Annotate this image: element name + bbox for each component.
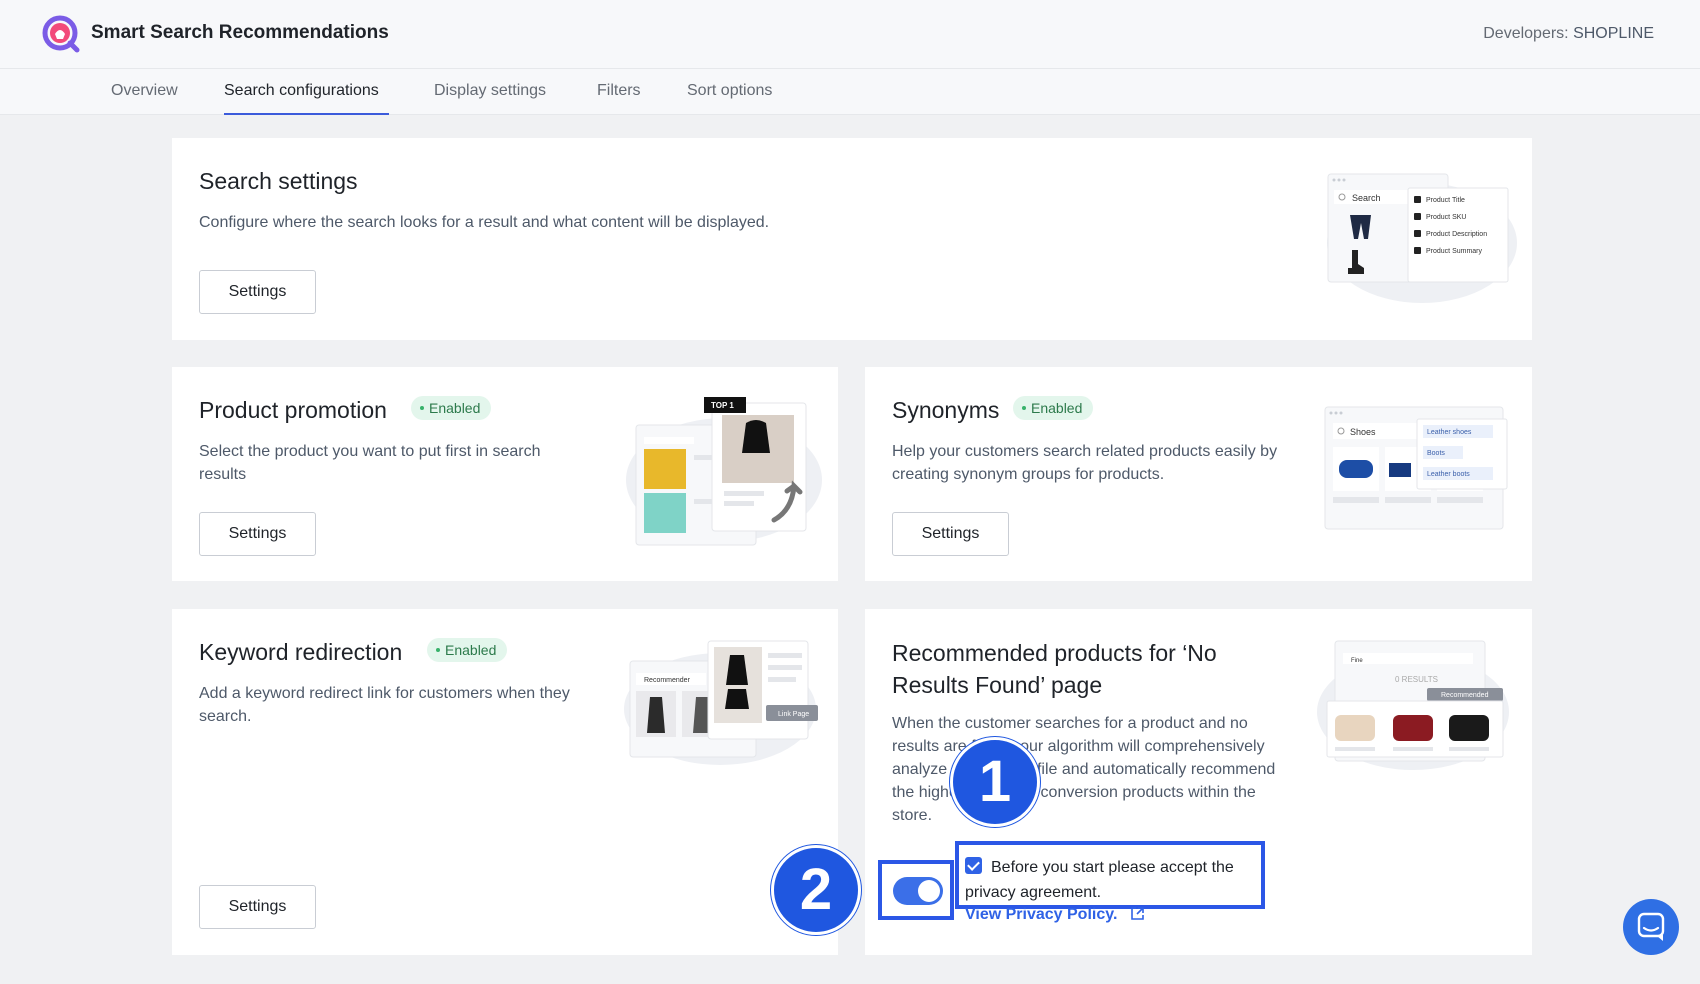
keyword-redirection-title: Keyword redirection — [199, 639, 403, 665]
app-title: Smart Search Recommendations — [91, 22, 389, 43]
product-promotion-card: Product promotion Enabled Select the pro… — [172, 367, 838, 581]
synonyms-illustration: Shoes Leather shoes Boots Leather boots — [1324, 406, 1508, 530]
toggle-knob — [918, 880, 940, 902]
view-privacy-policy-link[interactable]: View Privacy Policy. — [965, 906, 1145, 924]
tab-sort-options[interactable]: Sort options — [687, 82, 772, 100]
tab-search-configurations[interactable]: Search configurations — [224, 82, 379, 100]
search-settings-title: Search settings — [199, 168, 358, 194]
search-settings-description: Configure where the search looks for a r… — [199, 214, 770, 231]
synonyms-button[interactable]: Settings — [892, 512, 1009, 556]
product-promotion-description: Select the product you want to put first… — [199, 443, 541, 483]
developer-name[interactable]: SHOPLINE — [1573, 25, 1654, 42]
recommended-enable-toggle[interactable] — [893, 877, 943, 905]
product-promotion-illustration: TOP 1 — [626, 397, 822, 546]
keyword-redirection-status-badge: Enabled — [427, 638, 508, 662]
step-2-marker: 2 — [771, 845, 861, 935]
privacy-agreement-checkbox[interactable] — [965, 857, 982, 874]
step-1-marker: 1 — [950, 737, 1040, 827]
view-privacy-policy-label[interactable]: View Privacy Policy. — [965, 906, 1117, 923]
developer-info: Developers: SHOPLINE — [1483, 25, 1654, 43]
keyword-redirection-illustration: Recommender Link Page — [624, 640, 818, 765]
recommended-title-line1: Recommended products for ‘No — [892, 640, 1217, 666]
external-link-icon — [1131, 907, 1144, 920]
synonyms-card: Synonyms Enabled Help your customers sea… — [865, 367, 1532, 581]
chat-widget-button[interactable] — [1623, 899, 1679, 955]
synonyms-status-badge: Enabled — [1013, 396, 1094, 420]
product-promotion-status-badge: Enabled — [411, 396, 492, 420]
tab-filters[interactable]: Filters — [597, 82, 641, 100]
illus-option-4: Product Summary — [1426, 248, 1483, 255]
chat-icon — [1637, 912, 1665, 941]
tab-bar: Overview Search configurations Display s… — [0, 69, 1700, 115]
illus-redirect-search: Recommender — [644, 677, 691, 684]
search-settings-card: Search settings Configure where the sear… — [172, 138, 1532, 340]
illus-synonym-tag-3: Leather boots — [1427, 471, 1470, 478]
developer-label: Developers: — [1483, 25, 1569, 42]
illus-link-page: Link Page — [778, 711, 809, 718]
recommended-products-description: When the customer searches for a product… — [892, 715, 1276, 824]
tab-overview[interactable]: Overview — [111, 82, 178, 100]
illus-synonym-tag-2: Boots — [1427, 450, 1445, 457]
illus-synonym-tag-1: Leather shoes — [1427, 429, 1472, 436]
illus-zero-results: 0 RESULTS — [1395, 675, 1438, 684]
illus-top-tag: TOP 1 — [711, 401, 734, 410]
illus-option-2: Product SKU — [1426, 214, 1466, 221]
keyword-redirection-description: Add a keyword redirect link for customer… — [199, 685, 570, 725]
top-bar: Smart Search Recommendations Developers:… — [0, 0, 1700, 69]
illus-search-text: Search — [1352, 193, 1381, 203]
privacy-agreement: Before you start please accept the priva… — [965, 855, 1255, 905]
active-tab-indicator — [224, 113, 389, 115]
illus-recommended-search: Fine — [1351, 658, 1363, 664]
search-settings-illustration: Search Product Title Product SKU Product… — [1327, 173, 1517, 303]
product-promotion-button[interactable]: Settings — [199, 512, 316, 556]
illus-synonym-search: Shoes — [1350, 427, 1376, 437]
recommended-products-illustration: Fine 0 RESULTS Recommended — [1317, 640, 1509, 770]
tab-display-settings[interactable]: Display settings — [434, 82, 546, 100]
recommended-title-line2: Results Found’ page — [892, 672, 1103, 698]
privacy-agreement-text: Before you start please accept the priva… — [965, 859, 1234, 901]
illus-option-1: Product Title — [1426, 197, 1465, 204]
app-logo-icon — [42, 15, 80, 53]
product-promotion-title: Product promotion — [199, 397, 387, 423]
keyword-redirection-button[interactable]: Settings — [199, 885, 316, 929]
keyword-redirection-card: Keyword redirection Enabled Add a keywor… — [172, 609, 838, 955]
illus-option-3: Product Description — [1426, 231, 1487, 238]
search-settings-button[interactable]: Settings — [199, 270, 316, 314]
synonyms-description: Help your customers search related produ… — [892, 443, 1278, 483]
recommended-products-title: Recommended products for ‘No Results Foun… — [892, 637, 1217, 701]
illus-recommended-tag: Recommended — [1441, 692, 1489, 699]
synonyms-title: Synonyms — [892, 397, 1000, 423]
